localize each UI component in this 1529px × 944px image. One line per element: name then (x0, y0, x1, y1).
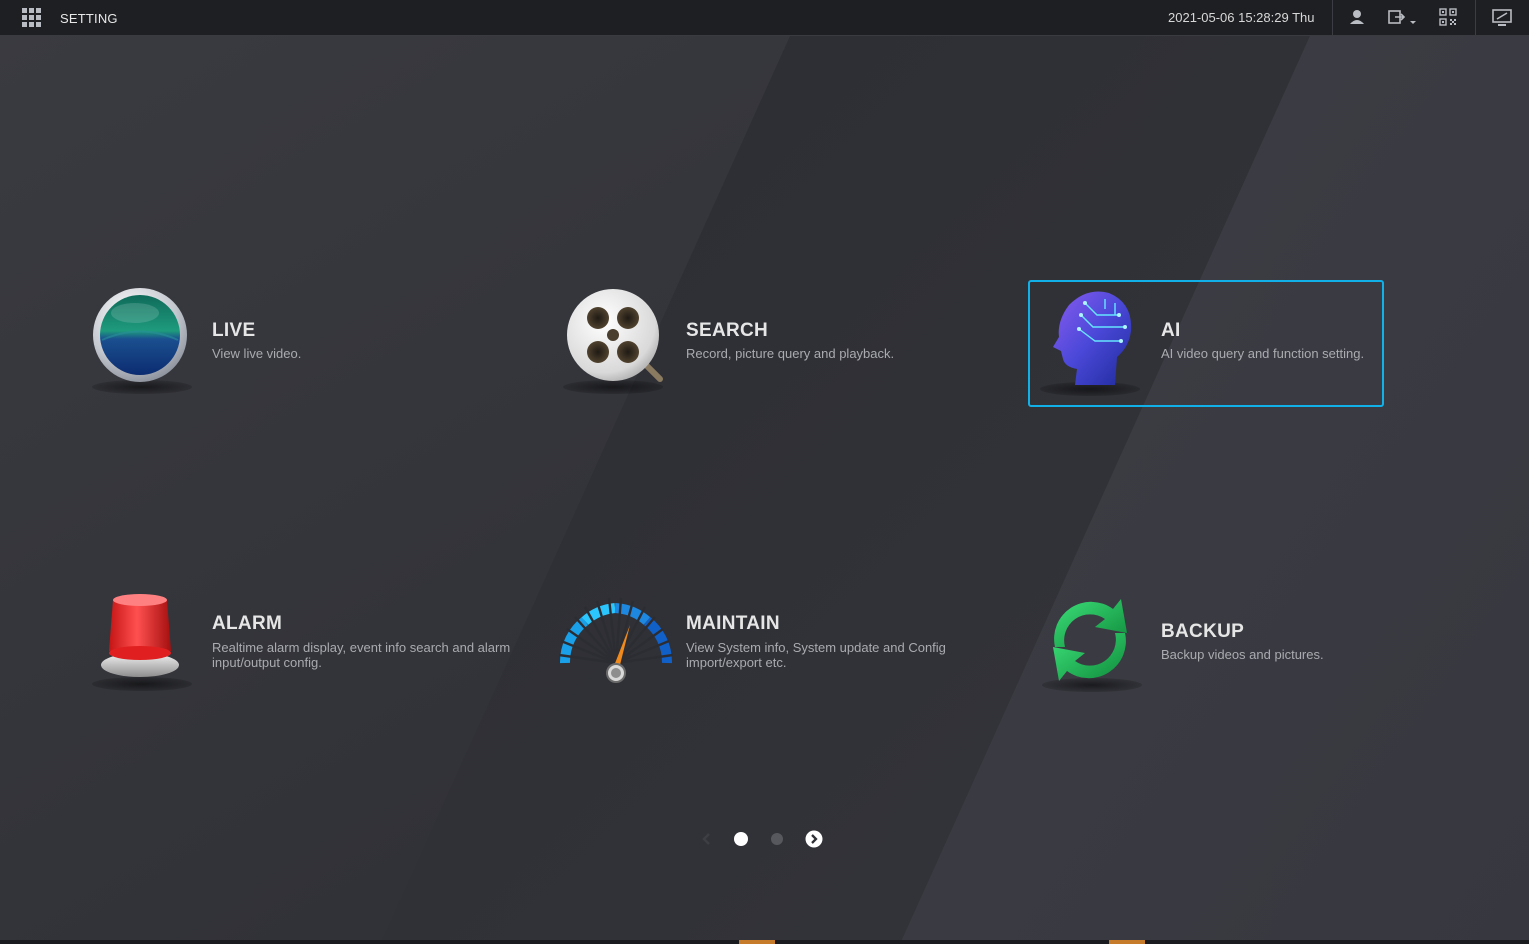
speedometer-icon (558, 597, 674, 683)
tile-alarm[interactable]: ALARM Realtime alarm display, event info… (80, 575, 540, 700)
divider (1332, 0, 1333, 35)
display-icon[interactable] (1491, 7, 1513, 28)
tile-description-line1: View System info, System update and Conf… (686, 640, 946, 655)
tile-backup[interactable]: BACKUP Backup videos and pictures. (1030, 575, 1390, 700)
tile-live[interactable]: LIVE View live video. (80, 280, 480, 405)
prev-page-icon[interactable] (698, 830, 716, 848)
tile-description-line2: import/export etc. (686, 655, 787, 670)
datetime-display: 2021-05-06 15:28:29 Thu (1168, 10, 1315, 25)
tile-ai[interactable]: AI AI video query and function setting. (1030, 282, 1378, 401)
divider (1475, 0, 1476, 35)
live-globe-icon (93, 288, 187, 382)
tile-title: BACKUP (1161, 621, 1245, 642)
alarm-siren-icon (101, 594, 179, 677)
tile-description: View live video. (212, 346, 302, 361)
pagination (696, 828, 826, 850)
page-dot[interactable] (771, 833, 783, 845)
tile-search[interactable]: SEARCH Record, picture query and playbac… (555, 280, 975, 405)
page-title: SETTING (60, 11, 118, 26)
apps-grid-icon[interactable] (22, 8, 41, 27)
ai-head-icon (1053, 291, 1132, 385)
tile-title: MAINTAIN (686, 613, 780, 634)
logout-icon[interactable] (1387, 7, 1419, 28)
tile-description: Backup videos and pictures. (1161, 647, 1324, 662)
tile-title: ALARM (212, 613, 283, 634)
page-dot-active[interactable] (734, 832, 748, 846)
refresh-arrows-icon (1053, 599, 1127, 681)
next-page-icon[interactable] (805, 830, 823, 848)
tile-description: AI video query and function setting. (1161, 346, 1365, 361)
tile-description-line2: input/output config. (212, 655, 322, 670)
bottom-marker (1109, 940, 1145, 944)
film-reel-icon (567, 289, 663, 382)
tile-title: LIVE (212, 320, 256, 341)
tile-maintain[interactable]: MAINTAIN View System info, System update… (555, 575, 995, 700)
user-icon[interactable] (1348, 7, 1366, 28)
tile-title: SEARCH (686, 320, 769, 341)
bottom-marker (739, 940, 775, 944)
top-bar: SETTING 2021-05-06 15:28:29 Thu (0, 0, 1529, 36)
background (0, 0, 1529, 944)
tile-description: Record, picture query and playback. (686, 346, 895, 361)
qr-code-icon[interactable] (1439, 7, 1457, 28)
tile-description-line1: Realtime alarm display, event info searc… (212, 640, 511, 655)
tile-title: AI (1161, 320, 1181, 341)
